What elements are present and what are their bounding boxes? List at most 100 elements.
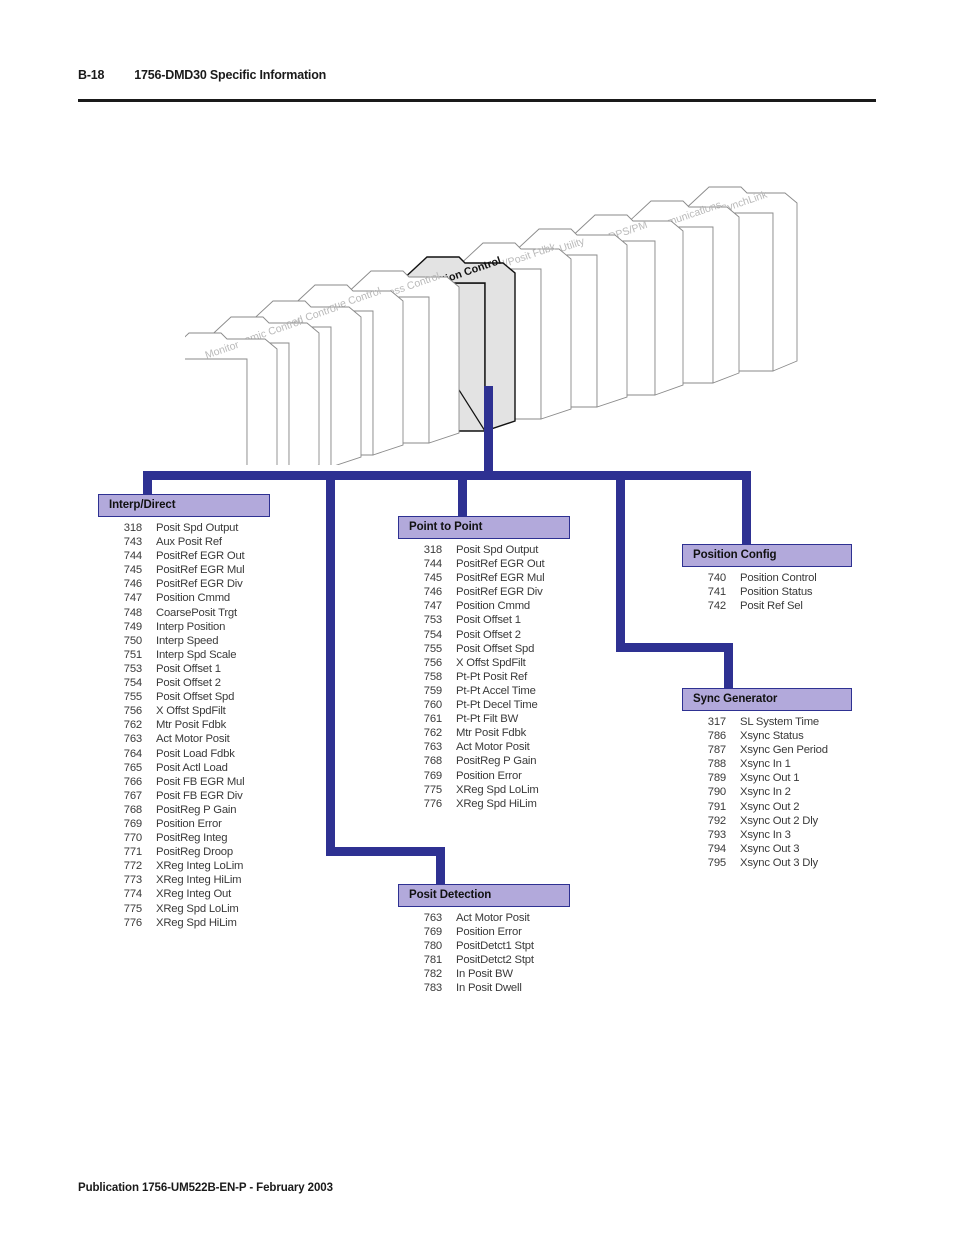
param-number: 317	[707, 716, 726, 728]
param-row: 756 X Offst SpdFilt	[98, 704, 270, 718]
folder-stack-diagram: SynchLink Communications DPS/PM Utility …	[185, 175, 825, 465]
param-row: 747 Position Cmmd	[98, 591, 270, 605]
param-name: Interp Speed	[156, 634, 219, 647]
param-name: Posit Offset Spd	[456, 642, 535, 655]
param-number: 749	[123, 620, 142, 633]
param-number: 753	[423, 614, 442, 627]
param-number: 764	[123, 747, 142, 760]
param-number: 794	[707, 842, 726, 855]
param-number: 756	[423, 656, 442, 669]
param-name: Xsync Out 2	[740, 800, 800, 813]
param-box-point-to-point: Point to Point 318 Posit Spd Output 744 Pos…	[398, 516, 570, 811]
param-name: Pt-Pt Accel Time	[456, 684, 536, 697]
box-title-posit-detection: Posit Detection	[398, 884, 570, 907]
page-title: 1756-DMD30 Specific Information	[134, 68, 327, 82]
param-row: 763 Act Motor Posit	[398, 911, 570, 925]
param-row: 317 SL System Time	[682, 715, 852, 729]
param-number: 747	[123, 592, 142, 605]
param-name: XReg Spd LoLim	[156, 902, 239, 915]
param-row: 760 Pt-Pt Decel Time	[398, 698, 570, 712]
param-number: 761	[423, 713, 442, 726]
param-number: 746	[423, 586, 442, 599]
param-name: PositReg P Gain	[156, 803, 237, 816]
param-number: 744	[123, 550, 142, 563]
param-row: 790 Xsync In 2	[682, 785, 852, 799]
param-name: PositRef EGR Div	[156, 578, 243, 591]
param-number: 741	[707, 586, 726, 599]
param-number: 789	[707, 772, 726, 785]
param-number: 766	[123, 775, 142, 788]
param-row: 753 Posit Offset 1	[98, 662, 270, 676]
param-row: 762 Mtr Posit Fdbk	[98, 718, 270, 732]
param-number: 748	[123, 606, 142, 619]
param-number: 755	[123, 691, 142, 704]
param-row: 763 Act Motor Posit	[398, 740, 570, 754]
param-name: XReg Spd LoLim	[456, 783, 539, 796]
param-number: 747	[423, 600, 442, 613]
param-name: Posit Offset 2	[156, 677, 221, 690]
param-row: 755 Posit Offset Spd	[398, 642, 570, 656]
param-number: 791	[707, 800, 726, 813]
param-name: Mtr Posit Fdbk	[156, 719, 227, 732]
param-name: Act Motor Posit	[156, 733, 230, 746]
param-row: 750 Interp Speed	[98, 634, 270, 648]
param-number: 793	[707, 828, 726, 841]
param-name: Pt-Pt Decel Time	[456, 699, 538, 712]
param-number: 769	[423, 769, 442, 782]
param-box-position-config: Position Config 740 Position Control 741 Po…	[682, 544, 852, 613]
param-box-posit-detection: Posit Detection 763 Act Motor Posit 769 Pos…	[398, 884, 570, 996]
param-number: 775	[123, 902, 142, 915]
connector-drop2-syncgen	[724, 643, 733, 693]
param-row: 766 Posit FB EGR Mul	[98, 775, 270, 789]
page-folio: B-18	[78, 68, 105, 82]
param-row: 780 PositDetct1 Stpt	[398, 939, 570, 953]
param-name: Xsync In 1	[740, 758, 791, 771]
param-name: PositDetct2 Stpt	[456, 954, 534, 967]
param-name: PositReg P Gain	[456, 755, 537, 768]
param-number: 780	[423, 940, 442, 953]
param-name: Xsync Out 3	[740, 842, 800, 855]
folder-monitor: Monitor	[185, 332, 278, 465]
param-number: 765	[123, 761, 142, 774]
param-box-sync-generator: Sync Generator 317 SL System Time 786 Xsync…	[682, 688, 852, 870]
param-row: 772 XReg Integ LoLim	[98, 859, 270, 873]
connector-drop-pointtopoint	[458, 471, 467, 521]
param-name: XReg Spd HiLim	[156, 916, 237, 929]
param-name: Xsync Gen Period	[740, 744, 828, 757]
param-number: 775	[423, 783, 442, 796]
param-number: 790	[707, 786, 726, 799]
param-row: 787 Xsync Gen Period	[682, 743, 852, 757]
param-name: Posit Offset 1	[156, 662, 221, 675]
param-number: 746	[123, 578, 142, 591]
param-row: 774 XReg Integ Out	[98, 887, 270, 901]
param-number: 795	[707, 856, 726, 869]
param-name: Aux Posit Ref	[156, 536, 222, 549]
param-number: 754	[123, 677, 142, 690]
param-number: 773	[123, 874, 142, 887]
param-number: 774	[123, 888, 142, 901]
param-row: 770 PositReg Integ	[98, 831, 270, 845]
param-number: 792	[707, 814, 726, 827]
param-row: 773 XReg Integ HiLim	[98, 873, 270, 887]
param-number: 772	[123, 860, 142, 873]
param-box-interp-direct: Interp/Direct 318 Posit Spd Output 743 Aux …	[98, 494, 270, 930]
param-row: 740 Position Control	[682, 571, 852, 585]
param-name: Position Cmmd	[156, 592, 230, 605]
param-name: PositRef EGR Div	[456, 586, 543, 599]
connector-drop-syncgen	[616, 471, 625, 652]
param-row: 769 Position Error	[398, 925, 570, 939]
param-number: 776	[423, 797, 442, 810]
param-row: 318 Posit Spd Output	[398, 543, 570, 557]
param-number: 760	[423, 699, 442, 712]
param-row: 744 PositRef EGR Out	[398, 557, 570, 571]
param-name: PositRef EGR Out	[156, 550, 245, 563]
param-name: Posit Offset 1	[456, 614, 521, 627]
param-number: 754	[423, 628, 442, 641]
param-name: Interp Spd Scale	[156, 648, 237, 661]
param-number: 783	[423, 982, 442, 995]
param-number: 782	[423, 968, 442, 981]
param-name: Pt-Pt Posit Ref	[456, 670, 528, 683]
box-title-position-config: Position Config	[682, 544, 852, 567]
param-name: Position Error	[456, 769, 522, 782]
param-name: Posit Spd Output	[456, 544, 539, 556]
